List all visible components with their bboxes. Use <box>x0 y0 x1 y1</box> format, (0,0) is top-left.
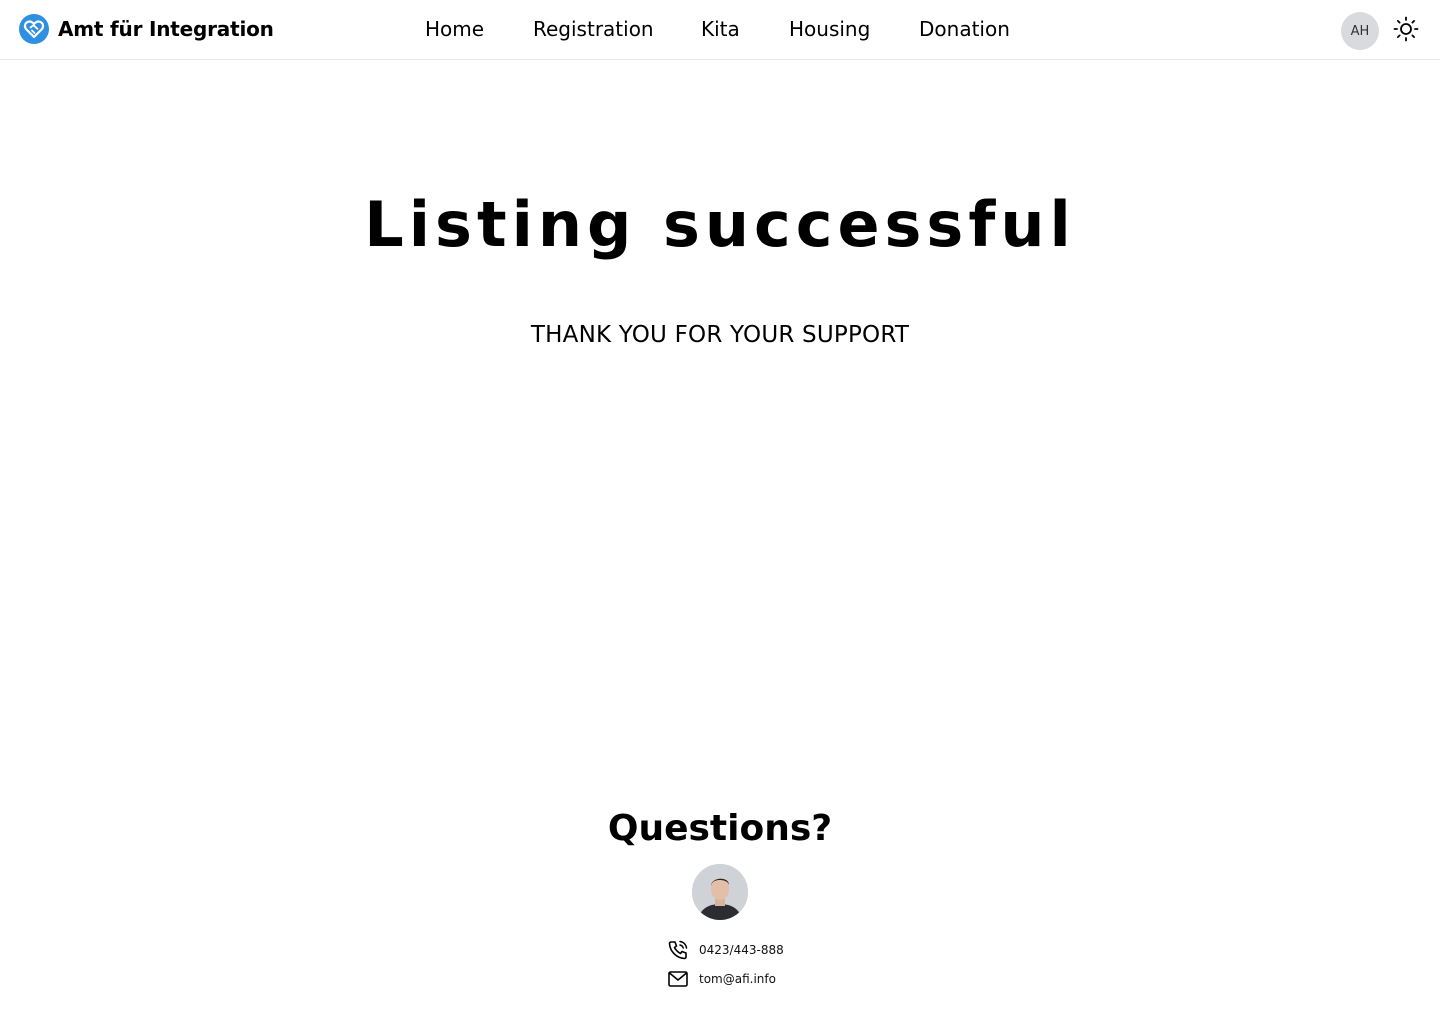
top-navbar: Amt für Integration Home Registration Ki… <box>0 0 1440 60</box>
mail-icon <box>667 968 689 990</box>
brand-logo-link[interactable]: Amt für Integration <box>18 13 274 45</box>
contact-email-address: tom@afi.info <box>699 972 776 986</box>
user-avatar[interactable]: AH <box>1341 12 1379 50</box>
theme-toggle-button[interactable] <box>1392 16 1420 46</box>
nav-item-registration[interactable]: Registration <box>533 17 654 41</box>
contact-phone-number: 0423/443-888 <box>699 943 784 957</box>
page-title: Listing successful <box>364 188 1076 261</box>
sun-icon <box>1393 16 1419 46</box>
nav-item-kita[interactable]: Kita <box>701 17 740 41</box>
nav-item-donation[interactable]: Donation <box>919 17 1010 41</box>
heart-handshake-icon <box>18 13 50 45</box>
questions-heading: Questions? <box>607 808 833 849</box>
phone-icon <box>667 939 689 961</box>
page-subtitle: THANK YOU FOR YOUR SUPPORT <box>530 322 910 348</box>
nav-item-home[interactable]: Home <box>425 17 484 41</box>
contact-person-avatar <box>692 864 748 920</box>
nav-item-housing[interactable]: Housing <box>789 17 870 41</box>
contact-email[interactable]: tom@afi.info <box>667 968 776 990</box>
app-title: Amt für Integration <box>58 17 274 41</box>
contact-phone[interactable]: 0423/443-888 <box>667 939 784 961</box>
